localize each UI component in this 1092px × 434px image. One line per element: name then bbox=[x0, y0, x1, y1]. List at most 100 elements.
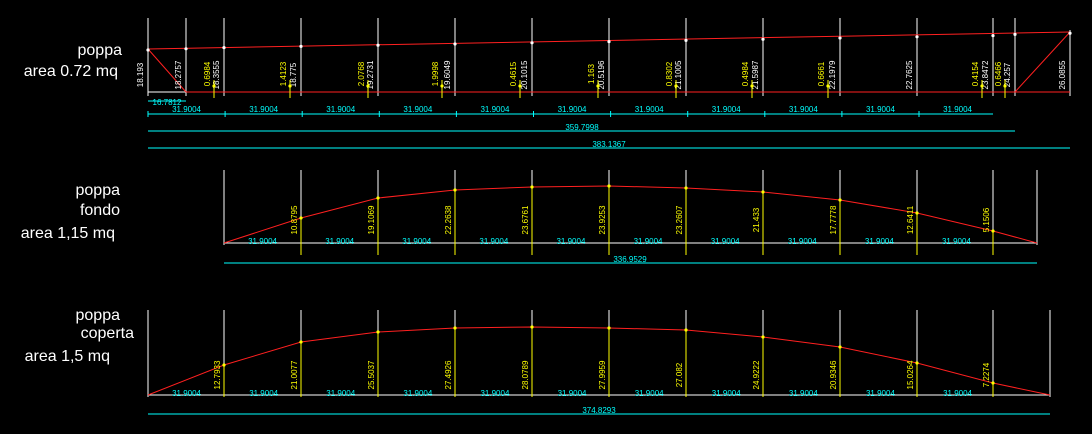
offset-label-p1: 1.4123 bbox=[279, 61, 288, 86]
offset-point-p1 bbox=[750, 84, 754, 88]
height-label-p2: 12.6411 bbox=[906, 205, 915, 234]
height-label-p3: 27.082 bbox=[675, 362, 684, 387]
offset-point-p1 bbox=[674, 84, 678, 88]
offset-label-p1: 0.4984 bbox=[741, 61, 750, 86]
spacing-label-p1: 31.9004 bbox=[249, 105, 278, 114]
spacing-label-p2: 31.9004 bbox=[248, 237, 277, 246]
height-point-p1 bbox=[530, 41, 534, 45]
height-point-p1 bbox=[299, 44, 303, 49]
offset-label-p1: 1.9998 bbox=[431, 61, 440, 86]
offset-label-p1: 0.4615 bbox=[509, 61, 518, 86]
spacing-label-p1: 31.9004 bbox=[866, 105, 895, 114]
total-dim-label-p2: 336.9529 bbox=[613, 255, 647, 264]
spacing-label-p2: 31.9004 bbox=[865, 237, 894, 246]
spacing-label-p3: 31.9004 bbox=[635, 389, 664, 398]
height-label-p3: 12.7933 bbox=[213, 360, 222, 389]
spacing-label-p3: 31.9004 bbox=[326, 389, 355, 398]
height-point-p2 bbox=[991, 229, 995, 233]
spacing-label-p3: 31.9004 bbox=[480, 389, 509, 398]
spacing-label-p3: 31.9004 bbox=[558, 389, 587, 398]
spacing-label-p3: 31.9004 bbox=[943, 389, 972, 398]
height-label-p3: 20.9346 bbox=[829, 360, 838, 389]
height-point-p2 bbox=[915, 211, 919, 215]
height-label-p3: 27.4926 bbox=[444, 360, 453, 389]
height-point-p2 bbox=[838, 198, 842, 202]
spacing-label-p3: 31.9004 bbox=[249, 389, 278, 398]
offset-point-p1 bbox=[596, 84, 600, 88]
spacing-label-p3: 31.9004 bbox=[403, 389, 432, 398]
height-point-p2 bbox=[607, 184, 611, 188]
small-dim-label-p1: 16.7812 bbox=[153, 98, 182, 107]
spacing-label-p1: 31.9004 bbox=[480, 105, 509, 114]
height-label-p2: 5.1506 bbox=[982, 207, 991, 232]
offset-label-p1: 0.6466 bbox=[994, 61, 1003, 86]
offset-point-p1 bbox=[980, 84, 984, 88]
offset-point-p1 bbox=[518, 84, 522, 88]
height-label-p2: 17.7778 bbox=[829, 205, 838, 234]
height-label-p1: 26.0855 bbox=[1058, 60, 1067, 89]
height-point-p3 bbox=[838, 345, 842, 349]
total-dim-label-p3: 374.8293 bbox=[582, 406, 616, 415]
height-point-p1 bbox=[146, 48, 150, 52]
height-point-p1 bbox=[376, 43, 380, 47]
height-point-p2 bbox=[684, 186, 688, 190]
height-label-p2: 23.2607 bbox=[675, 205, 684, 234]
height-label-p2: 10.8795 bbox=[290, 205, 299, 234]
spacing-label-p1: 31.9004 bbox=[403, 105, 432, 114]
offset-point-p1 bbox=[1003, 84, 1007, 88]
panel3-label-2: coperta bbox=[81, 325, 134, 342]
height-label-p2: 23.6761 bbox=[521, 205, 530, 234]
spacing-label-p1: 31.9004 bbox=[326, 105, 355, 114]
spacing-label-p3: 31.9004 bbox=[789, 389, 818, 398]
height-label-p1: 18.2757 bbox=[174, 60, 183, 89]
panel1-label-2: area 0.72 mq bbox=[24, 63, 118, 80]
height-point-p3 bbox=[222, 363, 226, 367]
stern-section-drawing: poppa area 0.72 mq poppa fondo area 1,15… bbox=[21, 18, 1072, 415]
height-point-p1 bbox=[453, 42, 457, 46]
height-point-p3 bbox=[915, 361, 919, 365]
offset-label-p1: 0.6661 bbox=[817, 61, 826, 86]
height-point-p3 bbox=[684, 328, 688, 332]
height-label-p1: 22.7625 bbox=[905, 60, 914, 89]
height-point-p3 bbox=[530, 325, 534, 329]
spacing-label-p2: 31.9004 bbox=[402, 237, 431, 246]
height-label-p1: 18.193 bbox=[136, 62, 145, 87]
offset-point-p1 bbox=[212, 84, 216, 88]
height-point-p1 bbox=[1068, 31, 1072, 35]
offset-point-p1 bbox=[288, 84, 292, 88]
total-dim2-label-p1: 383.1367 bbox=[592, 140, 626, 149]
height-point-p1 bbox=[915, 35, 919, 39]
panel2-label-2: fondo bbox=[80, 202, 120, 219]
section-curve-p2 bbox=[223, 185, 1038, 244]
height-point-p3 bbox=[453, 326, 457, 330]
offset-point-p1 bbox=[440, 84, 444, 88]
total-dim-label-p1: 359.7998 bbox=[565, 123, 599, 132]
height-point-p3 bbox=[761, 335, 765, 339]
spacing-label-p2: 31.9004 bbox=[325, 237, 354, 246]
height-point-p1 bbox=[184, 47, 188, 51]
height-point-p3 bbox=[607, 326, 611, 330]
height-label-p3: 15.0264 bbox=[906, 360, 915, 389]
panel3-label-1: poppa bbox=[76, 307, 121, 324]
height-label-p3: 21.0077 bbox=[290, 360, 299, 389]
height-point-p1 bbox=[607, 40, 611, 44]
height-label-p2: 23.9253 bbox=[598, 205, 607, 234]
drawing-geometry: 18.193 18.2757 18.3555 18.775 19.2731 19.6049… bbox=[136, 18, 1072, 415]
height-point-p2 bbox=[530, 185, 534, 189]
spacing-label-p3: 31.9004 bbox=[866, 389, 895, 398]
height-point-p1 bbox=[684, 38, 688, 43]
spacing-label-p1: 31.9004 bbox=[789, 105, 818, 114]
spacing-label-p2: 31.9004 bbox=[711, 237, 740, 246]
panel1-label-1: poppa bbox=[78, 42, 123, 59]
offset-label-p1: 0.4154 bbox=[971, 61, 980, 86]
spacing-label-p2: 31.9004 bbox=[556, 237, 585, 246]
height-point-p2 bbox=[299, 216, 303, 220]
offset-label-p1: 1.163 bbox=[587, 63, 596, 84]
height-label-p3: 27.9959 bbox=[598, 360, 607, 389]
height-point-p1 bbox=[838, 36, 842, 40]
height-label-p3: 28.0789 bbox=[521, 360, 530, 389]
spacing-label-p1: 31.9004 bbox=[943, 105, 972, 114]
offset-point-p1 bbox=[366, 84, 370, 88]
offset-label-p1: 2.0768 bbox=[357, 61, 366, 86]
height-label-p3: 7.2274 bbox=[982, 362, 991, 387]
